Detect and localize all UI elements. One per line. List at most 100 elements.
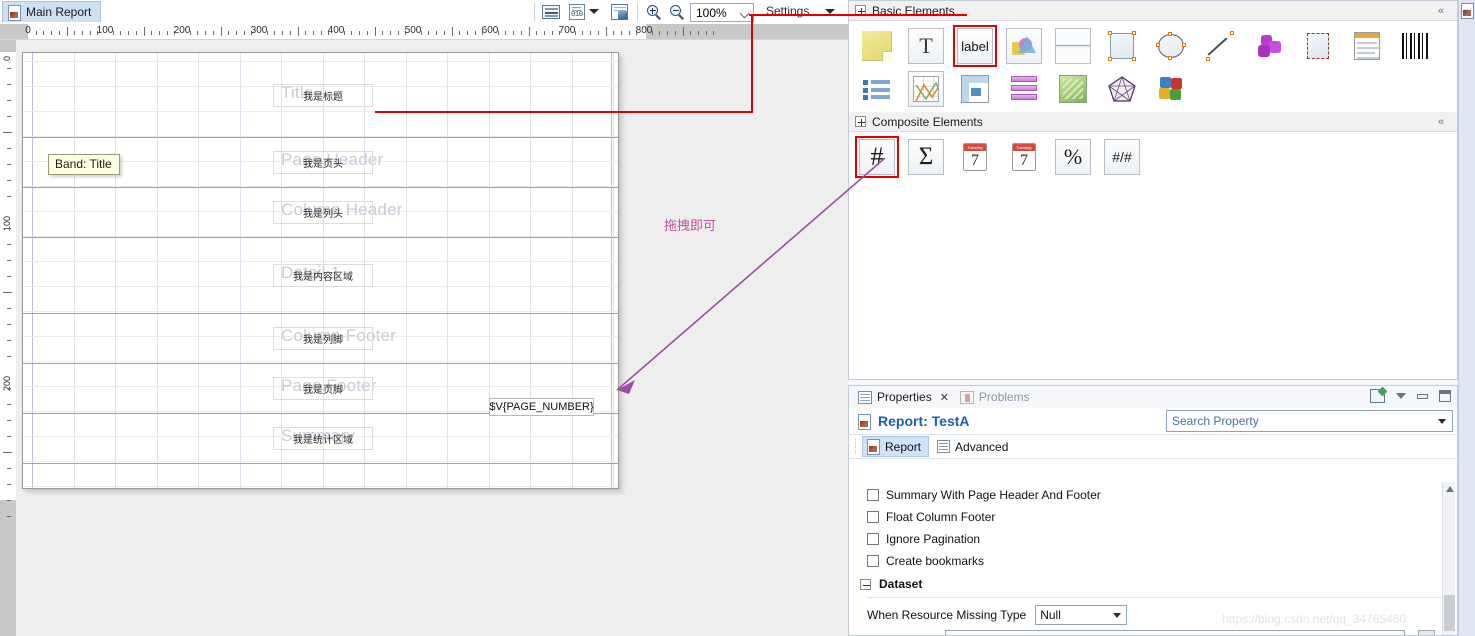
map-element[interactable]	[1053, 70, 1093, 108]
collapse-all-icon[interactable]: «	[1438, 117, 1450, 128]
ruler-label-vertical: 0	[2, 56, 12, 62]
report-field-element[interactable]: 我是统计区域	[273, 427, 373, 450]
properties-view: Properties ✕ Problems Report: TestA Sear…	[848, 385, 1458, 636]
property-checkbox-row[interactable]: Float Column Footer	[849, 506, 1457, 528]
table-element[interactable]	[1347, 27, 1387, 65]
palette-section-composite-header[interactable]: Composite Elements «	[849, 112, 1457, 132]
report-field-element[interactable]: 我是内容区域	[273, 264, 373, 287]
spreadsheet-element[interactable]	[1004, 70, 1044, 108]
zoom-in-icon[interactable]	[647, 5, 662, 20]
property-combo[interactable]: Null	[1035, 605, 1128, 625]
tab-properties[interactable]: Properties ✕	[855, 388, 954, 406]
custom-visualization-element[interactable]	[1151, 70, 1191, 108]
line-element[interactable]	[1200, 27, 1240, 65]
report-field-element[interactable]: 我是页脚	[273, 377, 373, 400]
checkbox[interactable]	[867, 511, 879, 523]
vertical-ruler[interactable]: 0 100 200	[0, 40, 16, 636]
ruler-tick	[320, 31, 322, 35]
close-icon[interactable]: ✕	[940, 391, 949, 404]
chevron-down-icon[interactable]	[1438, 419, 1446, 424]
properties-scrollbar[interactable]	[1442, 482, 1455, 635]
band-separator[interactable]	[23, 463, 618, 464]
spider-chart-element[interactable]	[1102, 70, 1142, 108]
property-browse-button[interactable]	[1418, 630, 1435, 635]
subreport-element[interactable]	[1298, 27, 1338, 65]
tab-main-report[interactable]: Main Report	[2, 1, 102, 22]
ruler-tick	[674, 31, 676, 35]
checkbox[interactable]	[867, 533, 879, 545]
band-separator[interactable]	[23, 313, 618, 314]
page-number-composite[interactable]: #	[855, 136, 899, 178]
ruler-tick-vertical	[7, 196, 11, 197]
dataset-010-icon[interactable]: 010	[569, 4, 585, 20]
current-date-composite[interactable]: Tuesday 7	[955, 138, 995, 176]
zoom-level-value: 100%	[696, 5, 727, 20]
right-edge-fast-view-bar[interactable]	[1458, 0, 1475, 636]
property-text-input[interactable]	[945, 630, 1405, 635]
maximize-icon[interactable]	[1439, 390, 1451, 402]
checkbox[interactable]	[867, 555, 879, 567]
text-field-element[interactable]: T	[906, 27, 946, 65]
search-property-input[interactable]: Search Property	[1166, 410, 1453, 432]
image-element[interactable]	[1004, 27, 1044, 65]
chevron-down-icon[interactable]	[1396, 393, 1406, 399]
ruler-tick-vertical	[7, 500, 11, 501]
editor-tab-bar: Main Report 010 100% Settings	[0, 0, 848, 24]
report-page[interactable]: Title 我是标题 Page Header 我是页头 Column Header 我是列…	[22, 52, 619, 489]
design-canvas[interactable]: Title 我是标题 Page Header 我是页头 Column Header 我是列…	[16, 40, 848, 636]
total-pages-composite[interactable]: Σ	[906, 138, 946, 176]
checkbox[interactable]	[867, 489, 879, 501]
ellipse-element[interactable]	[1151, 27, 1191, 65]
band-separator[interactable]	[23, 137, 618, 138]
ruler-tick	[497, 31, 499, 35]
export-report-icon[interactable]	[611, 4, 628, 20]
zoom-out-icon[interactable]	[670, 5, 685, 20]
ruler-tick	[428, 31, 430, 35]
property-field-label: When Resource Missing Type	[867, 608, 1027, 622]
band-grid-icon[interactable]	[542, 5, 560, 19]
tab-problems[interactable]: Problems	[957, 388, 1035, 406]
expand-collapse-icon[interactable]	[860, 578, 871, 590]
property-group-header[interactable]: Dataset	[849, 572, 1457, 596]
band-separator[interactable]	[23, 237, 618, 238]
list-element[interactable]	[857, 70, 897, 108]
scrollbar-thumb[interactable]	[1444, 595, 1455, 631]
current-time-composite[interactable]: Tuesday 7	[1004, 138, 1044, 176]
barcode-element[interactable]	[1396, 27, 1436, 65]
palette-section-basic-header[interactable]: Basic Elements «	[849, 1, 1457, 21]
ruler-tick	[143, 27, 145, 36]
band-separator[interactable]	[23, 187, 618, 188]
band-separator[interactable]	[23, 363, 618, 364]
generic-element[interactable]	[1249, 27, 1289, 65]
property-checkbox-row[interactable]: Ignore Pagination	[849, 528, 1457, 550]
subtab-report[interactable]: Report	[862, 436, 930, 457]
chevron-down-icon[interactable]	[589, 9, 599, 14]
note-element[interactable]	[857, 27, 897, 65]
page-x-of-y-composite[interactable]: #/#	[1102, 138, 1142, 176]
ruler-tick	[705, 31, 707, 35]
report-field-element[interactable]: 我是列头	[273, 201, 373, 224]
collapse-all-icon[interactable]: «	[1438, 6, 1450, 17]
report-field-element[interactable]: 我是列脚	[273, 327, 373, 350]
property-checkbox-row[interactable]: Create bookmarks	[849, 550, 1457, 572]
subtab-advanced[interactable]: Advanced	[933, 438, 1015, 456]
page-number-field-element[interactable]: $V{PAGE_NUMBER}	[489, 398, 594, 416]
hash-of-hash-icon: #/#	[1104, 139, 1140, 175]
minimize-icon[interactable]	[1417, 393, 1428, 399]
horizontal-ruler[interactable]: 0 100 200 300 400 500 600 700 800	[0, 24, 848, 40]
break-element[interactable]	[1053, 27, 1093, 65]
report-field-element[interactable]: 我是页头	[273, 151, 373, 174]
static-text-element[interactable]: label	[953, 25, 997, 67]
watermark-text: https://blog.csdn.net/qq_34765460	[1222, 612, 1407, 626]
collapse-all-icon[interactable]: «	[1462, 6, 1468, 18]
scroll-up-icon[interactable]	[1446, 486, 1454, 492]
pin-icon[interactable]	[1370, 389, 1385, 403]
crosstab-element[interactable]	[955, 70, 995, 108]
expand-collapse-icon[interactable]	[855, 116, 866, 127]
rectangle-element[interactable]	[1102, 27, 1142, 65]
zoom-level-combo[interactable]: 100%	[690, 3, 754, 22]
percentage-composite[interactable]: %	[1053, 138, 1093, 176]
property-checkbox-row[interactable]: Summary With Page Header And Footer	[849, 484, 1457, 506]
report-field-element[interactable]: 我是标题	[273, 84, 373, 107]
chart-element[interactable]	[906, 70, 946, 108]
